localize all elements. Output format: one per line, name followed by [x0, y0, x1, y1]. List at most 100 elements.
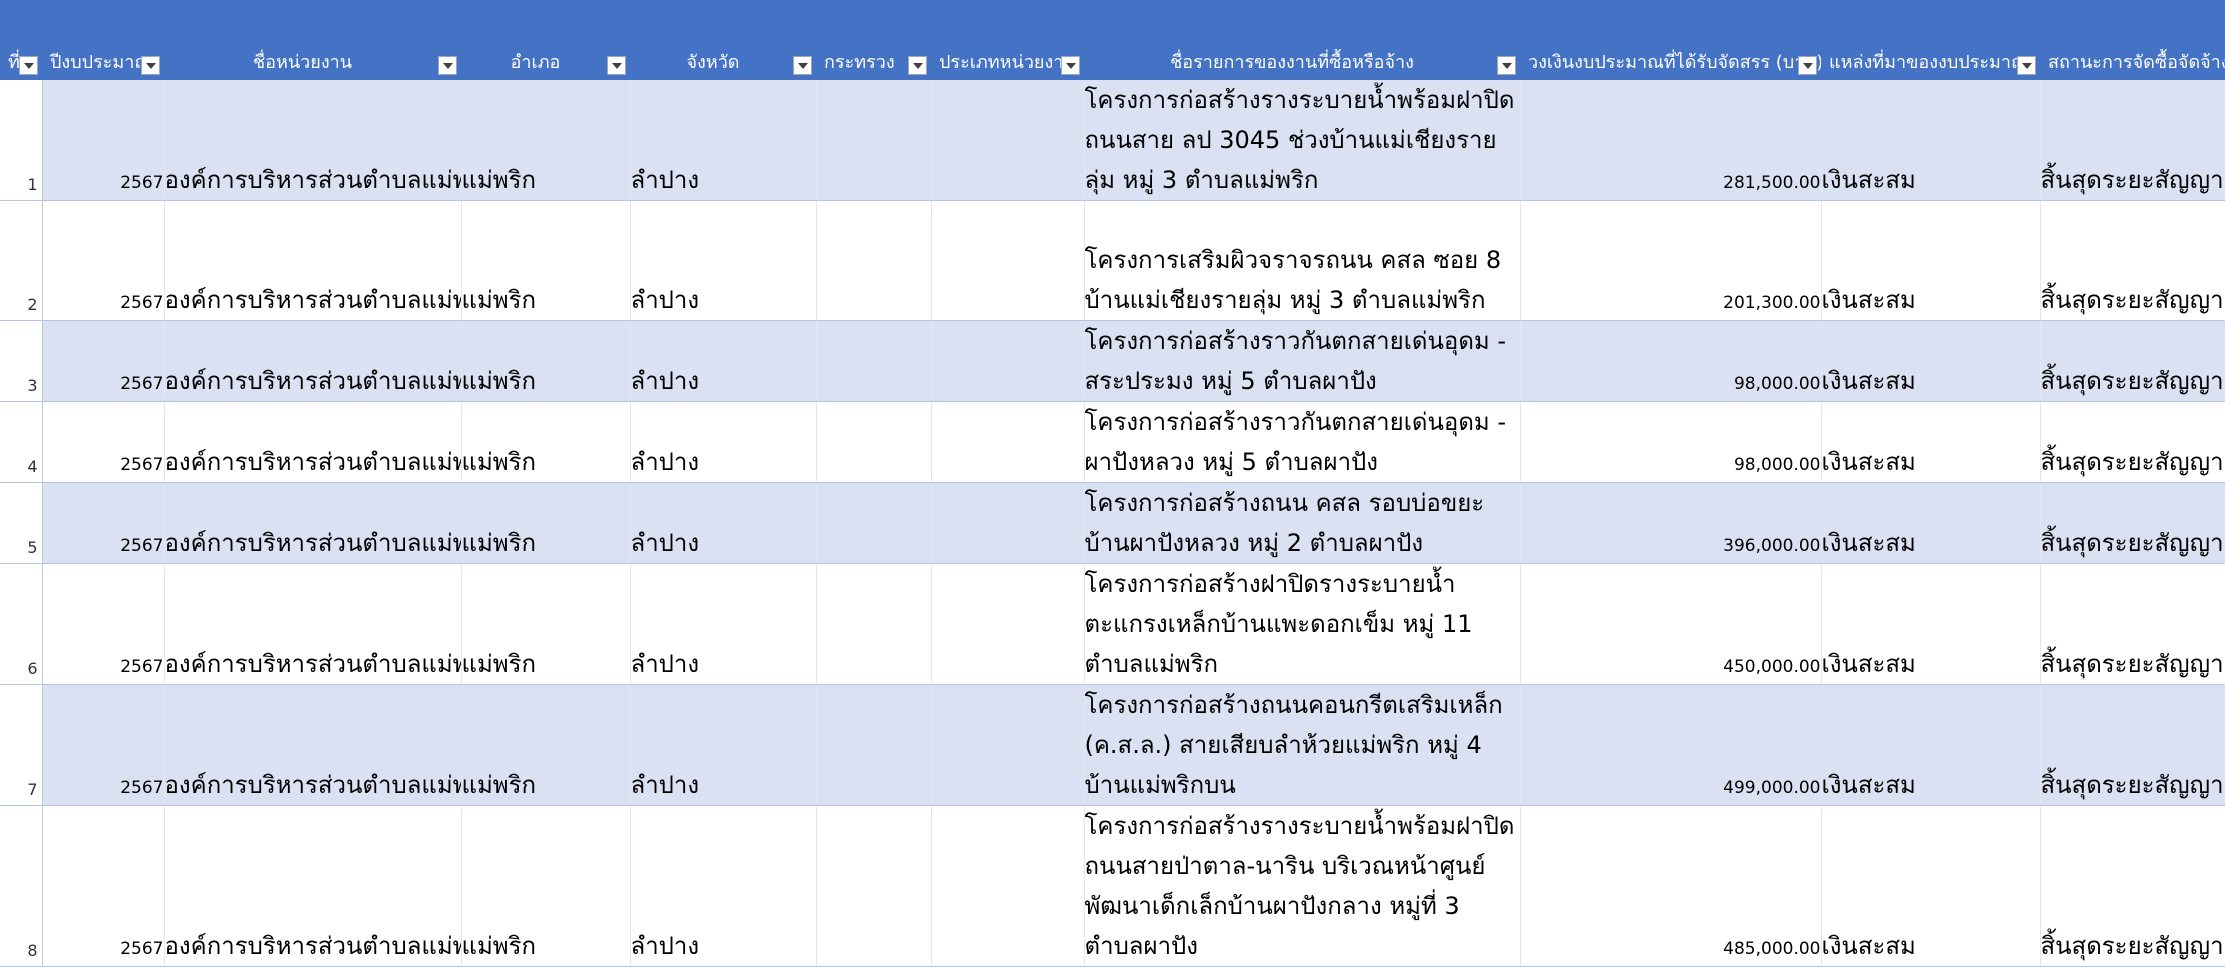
row-number[interactable]: 6: [0, 563, 43, 685]
cell-unit[interactable]: องค์การบริหารส่วนตำบลแม่พริก: [164, 80, 462, 201]
table-row[interactable]: 8 2567 องค์การบริหารส่วนตำบลแม่พริก แม่พ…: [0, 805, 2225, 967]
cell-unit-type[interactable]: [931, 563, 1085, 685]
cell-project[interactable]: โครงการก่อสร้างถนนคอนกรีตเสริมเหล็ก (ค.ส…: [1084, 684, 1521, 806]
cell-budget[interactable]: 98,000.00: [1520, 320, 1822, 402]
filter-dropdown-icon[interactable]: [1061, 56, 1080, 75]
cell-province[interactable]: ลำปาง: [630, 320, 817, 402]
cell-district[interactable]: แม่พริก: [461, 482, 631, 564]
cell-status[interactable]: สิ้นสุดระยะสัญญา: [2040, 563, 2225, 685]
cell-year[interactable]: 2567: [42, 80, 165, 201]
cell-district[interactable]: แม่พริก: [461, 401, 631, 483]
table-row[interactable]: 5 2567 องค์การบริหารส่วนตำบลแม่พริก แม่พ…: [0, 482, 2225, 564]
cell-status[interactable]: สิ้นสุดระยะสัญญา: [2040, 684, 2225, 806]
cell-status[interactable]: สิ้นสุดระยะสัญญา: [2040, 320, 2225, 402]
cell-year[interactable]: 2567: [42, 401, 165, 483]
cell-status[interactable]: สิ้นสุดระยะสัญญา: [2040, 401, 2225, 483]
cell-unit-type[interactable]: [931, 401, 1085, 483]
filter-dropdown-icon[interactable]: [19, 56, 38, 75]
cell-project[interactable]: โครงการเสริมผิวจราจรถนน คสล ซอย 8 บ้านแม…: [1084, 200, 1521, 321]
cell-status[interactable]: สิ้นสุดระยะสัญญา: [2040, 200, 2225, 321]
cell-ministry[interactable]: [816, 80, 932, 201]
table-row[interactable]: 1 2567 องค์การบริหารส่วนตำบลแม่พริก แม่พ…: [0, 80, 2225, 201]
cell-project[interactable]: โครงการก่อสร้างรางระบายน้ำพร้อมฝาปิดถนนส…: [1084, 805, 1521, 967]
cell-district[interactable]: แม่พริก: [461, 80, 631, 201]
cell-source[interactable]: เงินสะสม: [1821, 80, 2041, 201]
cell-ministry[interactable]: [816, 320, 932, 402]
cell-budget[interactable]: 499,000.00: [1520, 684, 1822, 806]
cell-budget[interactable]: 450,000.00: [1520, 563, 1822, 685]
row-number[interactable]: 5: [0, 482, 43, 564]
cell-unit[interactable]: องค์การบริหารส่วนตำบลแม่พริก: [164, 684, 462, 806]
cell-province[interactable]: ลำปาง: [630, 401, 817, 483]
cell-budget[interactable]: 201,300.00: [1520, 200, 1822, 321]
row-number[interactable]: 3: [0, 320, 43, 402]
filter-dropdown-icon[interactable]: [908, 56, 927, 75]
row-number[interactable]: 2: [0, 200, 43, 321]
cell-province[interactable]: ลำปาง: [630, 80, 817, 201]
cell-year[interactable]: 2567: [42, 320, 165, 402]
table-row[interactable]: 3 2567 องค์การบริหารส่วนตำบลแม่พริก แม่พ…: [0, 320, 2225, 402]
filter-dropdown-icon[interactable]: [438, 56, 457, 75]
filter-dropdown-icon[interactable]: [1497, 56, 1516, 75]
filter-dropdown-icon[interactable]: [1798, 56, 1817, 75]
cell-province[interactable]: ลำปาง: [630, 563, 817, 685]
cell-unit[interactable]: องค์การบริหารส่วนตำบลแม่พริก: [164, 320, 462, 402]
cell-unit[interactable]: องค์การบริหารส่วนตำบลแม่พริก: [164, 482, 462, 564]
table-row[interactable]: 7 2567 องค์การบริหารส่วนตำบลแม่พริก แม่พ…: [0, 684, 2225, 806]
cell-district[interactable]: แม่พริก: [461, 805, 631, 967]
cell-district[interactable]: แม่พริก: [461, 563, 631, 685]
cell-ministry[interactable]: [816, 805, 932, 967]
cell-project[interactable]: โครงการก่อสร้างถนน คสล รอบบ่อขยะ บ้านผาป…: [1084, 482, 1521, 564]
cell-project[interactable]: โครงการก่อสร้างราวกันตกสายเด่นอุดม - สระ…: [1084, 320, 1521, 402]
filter-dropdown-icon[interactable]: [141, 56, 160, 75]
cell-ministry[interactable]: [816, 200, 932, 321]
cell-district[interactable]: แม่พริก: [461, 320, 631, 402]
cell-project[interactable]: โครงการก่อสร้างรางระบายน้ำพร้อมฝาปิดถนนส…: [1084, 80, 1521, 201]
cell-district[interactable]: แม่พริก: [461, 684, 631, 806]
filter-dropdown-icon[interactable]: [2017, 56, 2036, 75]
cell-unit[interactable]: องค์การบริหารส่วนตำบลแม่พริก: [164, 200, 462, 321]
cell-budget[interactable]: 98,000.00: [1520, 401, 1822, 483]
cell-unit[interactable]: องค์การบริหารส่วนตำบลแม่พริก: [164, 805, 462, 967]
cell-province[interactable]: ลำปาง: [630, 482, 817, 564]
cell-source[interactable]: เงินสะสม: [1821, 482, 2041, 564]
cell-province[interactable]: ลำปาง: [630, 200, 817, 321]
row-number[interactable]: 7: [0, 684, 43, 806]
cell-source[interactable]: เงินสะสม: [1821, 684, 2041, 806]
cell-budget[interactable]: 396,000.00: [1520, 482, 1822, 564]
row-number[interactable]: 8: [0, 805, 43, 967]
cell-district[interactable]: แม่พริก: [461, 200, 631, 321]
cell-unit-type[interactable]: [931, 80, 1085, 201]
cell-year[interactable]: 2567: [42, 482, 165, 564]
cell-ministry[interactable]: [816, 401, 932, 483]
cell-year[interactable]: 2567: [42, 805, 165, 967]
cell-unit-type[interactable]: [931, 482, 1085, 564]
cell-province[interactable]: ลำปาง: [630, 684, 817, 806]
cell-unit-type[interactable]: [931, 200, 1085, 321]
cell-province[interactable]: ลำปาง: [630, 805, 817, 967]
cell-project[interactable]: โครงการก่อสร้างราวกันตกสายเด่นอุดม - ผาป…: [1084, 401, 1521, 483]
cell-source[interactable]: เงินสะสม: [1821, 320, 2041, 402]
filter-dropdown-icon[interactable]: [607, 56, 626, 75]
cell-status[interactable]: สิ้นสุดระยะสัญญา: [2040, 80, 2225, 201]
cell-budget[interactable]: 281,500.00: [1520, 80, 1822, 201]
cell-project[interactable]: โครงการก่อสร้างฝาปิดรางระบายน้ำตะแกรงเหล…: [1084, 563, 1521, 685]
cell-ministry[interactable]: [816, 563, 932, 685]
row-number[interactable]: 4: [0, 401, 43, 483]
cell-unit-type[interactable]: [931, 320, 1085, 402]
cell-source[interactable]: เงินสะสม: [1821, 563, 2041, 685]
cell-unit-type[interactable]: [931, 805, 1085, 967]
cell-ministry[interactable]: [816, 482, 932, 564]
cell-year[interactable]: 2567: [42, 200, 165, 321]
cell-year[interactable]: 2567: [42, 563, 165, 685]
cell-status[interactable]: สิ้นสุดระยะสัญญา: [2040, 482, 2225, 564]
cell-unit[interactable]: องค์การบริหารส่วนตำบลแม่พริก: [164, 401, 462, 483]
filter-dropdown-icon[interactable]: [793, 56, 812, 75]
cell-ministry[interactable]: [816, 684, 932, 806]
cell-source[interactable]: เงินสะสม: [1821, 805, 2041, 967]
row-number[interactable]: 1: [0, 80, 43, 201]
table-row[interactable]: 2 2567 องค์การบริหารส่วนตำบลแม่พริก แม่พ…: [0, 200, 2225, 321]
cell-source[interactable]: เงินสะสม: [1821, 401, 2041, 483]
table-row[interactable]: 6 2567 องค์การบริหารส่วนตำบลแม่พริก แม่พ…: [0, 563, 2225, 685]
cell-unit[interactable]: องค์การบริหารส่วนตำบลแม่พริก: [164, 563, 462, 685]
